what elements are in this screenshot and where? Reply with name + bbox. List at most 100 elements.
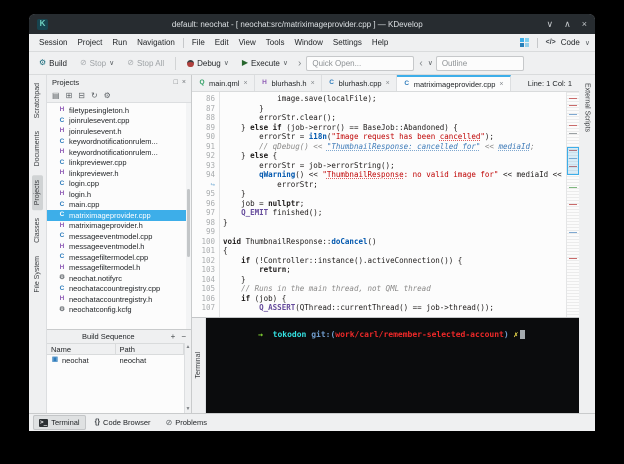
menu-item-edit[interactable]: Edit [210,38,234,47]
tree-item[interactable]: Hfiletypesingleton.h [47,105,191,116]
float-panel-icon[interactable]: □ [174,79,178,86]
line-number: 106 [192,294,215,304]
dock-tab-classes[interactable]: Classes [32,213,43,248]
tree-item[interactable]: Ckeywordnotificationrulem... [47,137,191,148]
file-type-icon: C [58,181,66,188]
menu-item-run[interactable]: Run [107,38,132,47]
debug-button[interactable]: Debug ∨ [182,57,234,70]
maximize-icon[interactable]: ∧ [564,20,571,29]
collapse-all-icon[interactable]: ⊟ [78,91,85,100]
tree-view-icon[interactable]: ▤ [52,91,60,100]
tree-item[interactable]: Hlogin.h [47,189,191,200]
editor-tab-blurhash-cpp[interactable]: Cblurhash.cpp× [322,75,397,91]
menu-item-project[interactable]: Project [72,38,107,47]
line-number: 92 [192,151,215,161]
column-header-name[interactable]: Name [47,344,116,354]
tree-item[interactable]: Hmessagefiltermodel.h [47,263,191,274]
tree-item[interactable]: Hlinkpreviewer.h [47,168,191,179]
menu-item-tools[interactable]: Tools [261,38,290,47]
editor-tab-matriximageprovider-cpp[interactable]: Cmatriximageprovider.cpp× [397,75,511,91]
area-grid-icon[interactable] [520,38,529,47]
stop-all-button[interactable]: ⊘ Stop All [122,57,169,70]
tree-item[interactable]: Clogin.cpp [47,179,191,190]
minimap-mark [569,232,577,233]
tree-item[interactable]: Cneochataccountregistry.cpp [47,284,191,295]
statusbar-code-browser[interactable]: {}Code Browser [89,415,157,430]
terminal-output[interactable]: → tokodon git:(work/carl/remember-select… [206,318,579,413]
editor-tab-main-qml[interactable]: Qmain.qml× [192,75,255,91]
quick-open-input[interactable]: Quick Open... [306,56,414,71]
editor-tab-blurhash-h[interactable]: Hblurhash.h× [255,75,322,91]
menu-item-settings[interactable]: Settings [328,38,367,47]
tree-item[interactable]: ⚙neochat.notifyrc [47,273,191,284]
outline-input[interactable]: Outline [436,56,524,71]
table-row[interactable]: ▣neochatneochat [47,355,184,366]
chevron-down-icon: ∨ [585,39,590,47]
close-tab-icon[interactable]: × [311,80,315,87]
chevron-left-icon[interactable]: ‹ [419,58,422,69]
execute-button[interactable]: ▶ Execute ∨ [237,57,293,70]
close-icon[interactable]: × [582,20,587,29]
remove-build-item-button[interactable]: − [181,332,186,341]
menu-item-session[interactable]: Session [34,38,72,47]
tree-item[interactable]: Cmessageeventmodel.cpp [47,231,191,242]
tree-item[interactable]: Clinkpreviewer.cpp [47,158,191,169]
reload-icon[interactable]: ↻ [91,91,98,100]
close-panel-icon[interactable]: × [182,79,186,86]
code-line: } [223,189,566,199]
tree-scrollbar[interactable] [186,103,191,329]
scrollbar-thumb[interactable] [187,189,190,257]
statusbar-terminal[interactable]: >_Terminal [33,415,86,430]
statusbar-items: >_Terminal{}Code Browser⊘Problems [33,415,213,430]
line-number: 99 [192,227,215,237]
code-area[interactable]: image.save(localFile); } errorStr.clear(… [220,92,566,317]
menu-item-window[interactable]: Window [289,38,327,47]
dock-tab-scratchpad[interactable]: Scratchpad [32,78,43,123]
tree-item[interactable]: Hneochataccountregistry.h [47,294,191,305]
stop-button[interactable]: ⊘ Stop ∨ [75,57,119,70]
titlebar[interactable]: K default: neochat - [ neochat:src/matri… [29,14,595,34]
statusbar-problems[interactable]: ⊘Problems [160,415,213,430]
minimap-mark [569,204,577,205]
options-gear-icon[interactable]: ⚙ [104,91,111,100]
close-tab-icon[interactable]: × [499,81,503,88]
dock-tab-documents[interactable]: Documents [32,126,43,171]
tree-item[interactable]: Hjoinrulesevent.h [47,126,191,137]
code-line: // qDebug() << "ThumbnailResponse: cance… [223,142,566,152]
minimap-viewport[interactable] [567,147,579,175]
code-editor[interactable]: 868788899091929394↪959697989910010110210… [192,92,579,317]
minimap-scrollbar[interactable] [566,92,579,317]
chevron-down-icon[interactable]: ∨ [428,59,433,67]
build-sequence-scrollbar[interactable]: ▲ ▼ [184,343,191,413]
line-number: 89 [192,123,215,133]
terminal-tab[interactable]: Terminal [195,352,202,378]
build-button[interactable]: ⚙ Build [34,57,72,70]
dock-tab-file-system[interactable]: File System [32,251,43,298]
column-header-path[interactable]: Path [116,344,185,354]
close-tab-icon[interactable]: × [243,80,247,87]
scroll-up-icon[interactable]: ▲ [186,344,191,350]
scroll-down-icon[interactable]: ▼ [186,406,191,412]
tree-item[interactable]: Hmatriximageprovider.h [47,221,191,232]
close-tab-icon[interactable]: × [386,80,390,87]
menu-item-file[interactable]: File [187,38,210,47]
menu-item-view[interactable]: View [234,38,261,47]
menu-item-help[interactable]: Help [367,38,393,47]
file-type-icon: C [58,118,66,125]
tree-item[interactable]: Cmain.cpp [47,200,191,211]
add-build-item-button[interactable]: + [171,332,176,341]
tree-item[interactable]: Cjoinrulesevent.cpp [47,116,191,127]
tree-item[interactable]: Hmessageeventmodel.h [47,242,191,253]
file-type-icon: H [58,128,66,135]
area-switcher[interactable]: Code [561,38,580,47]
tree-item[interactable]: Cmatriximageprovider.cpp [47,210,191,221]
expand-all-icon[interactable]: ⊞ [66,91,73,100]
tree-item[interactable]: ⚙neochatconfig.kcfg [47,305,191,316]
dock-tab-external-scripts[interactable]: External Scripts [582,78,593,137]
dock-tab-projects[interactable]: Projects [32,175,43,210]
line-number: ↪ [192,180,215,190]
tree-item[interactable]: Hkeywordnotificationrulem... [47,147,191,158]
minimize-icon[interactable]: ∨ [547,20,554,29]
menu-item-navigation[interactable]: Navigation [132,38,180,47]
tree-item[interactable]: Cmessagefiltermodel.cpp [47,252,191,263]
